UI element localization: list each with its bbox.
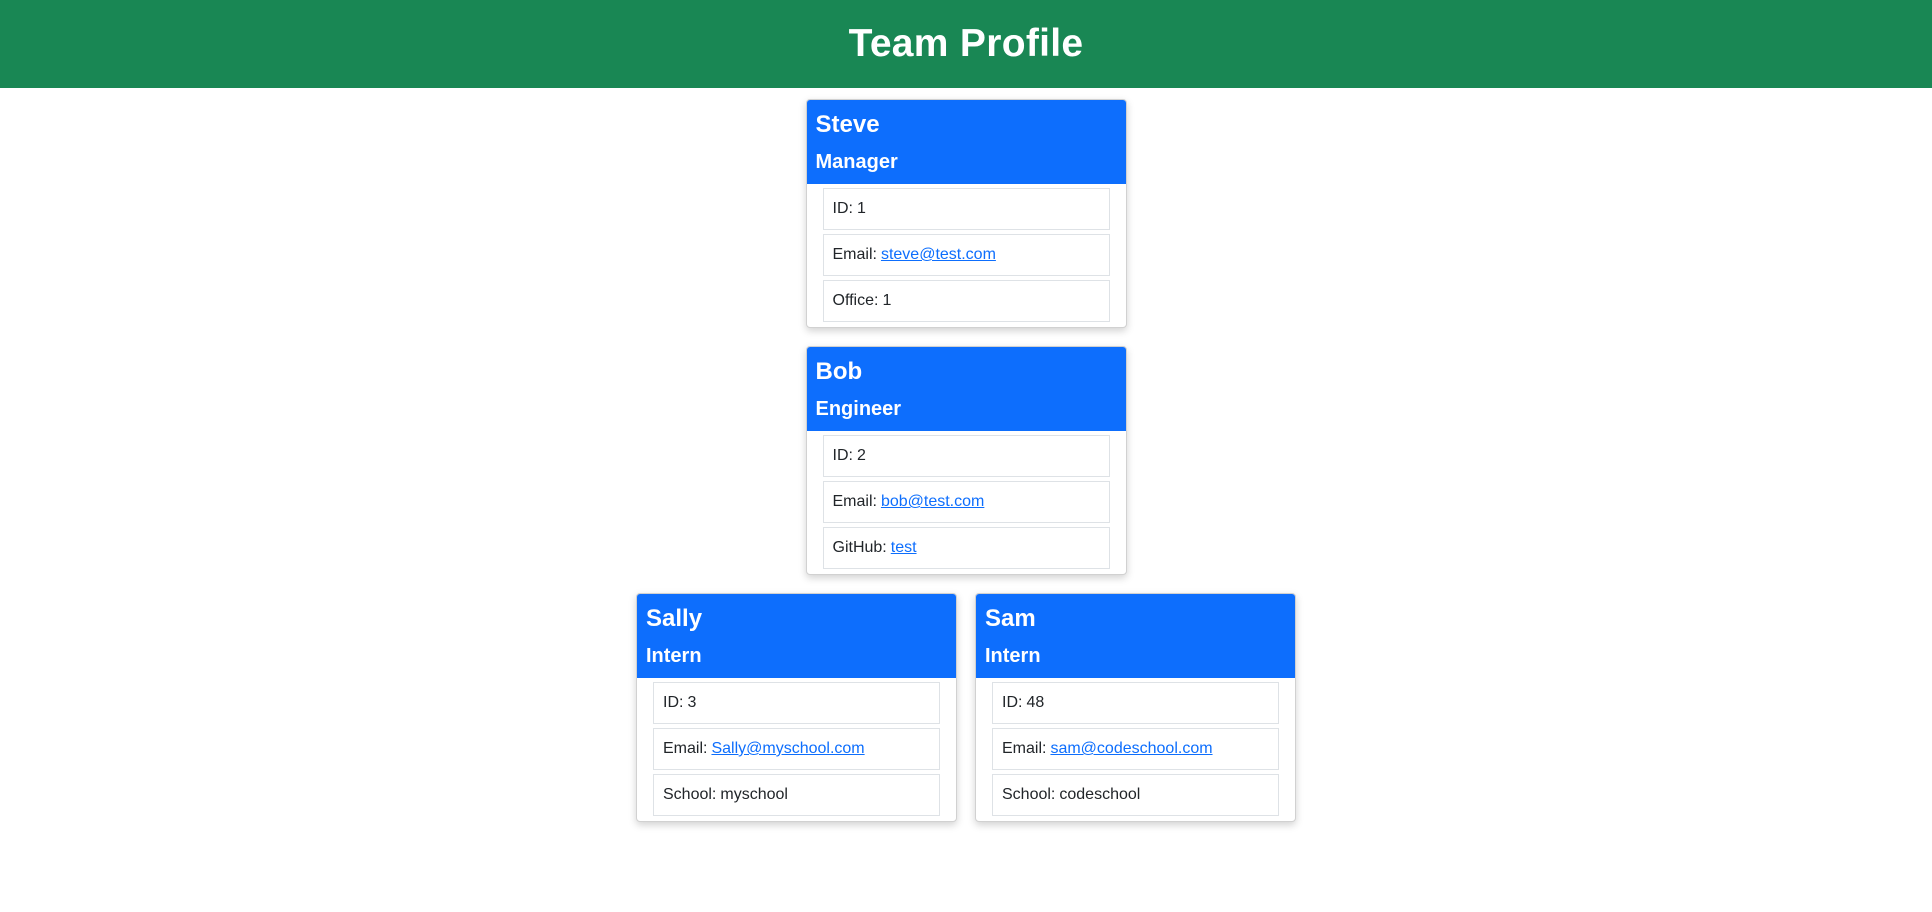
- detail-value: 48: [1026, 694, 1045, 711]
- team-row: Bob Engineer ID: 2 Email: bob@test.com G…: [0, 346, 1932, 575]
- detail-label: ID:: [832, 200, 853, 217]
- detail-value: 2: [856, 447, 866, 464]
- detail-label: School:: [1002, 786, 1056, 803]
- card-body: ID: 48 Email: sam@codeschool.com School:…: [976, 678, 1295, 816]
- list-item-id: ID: 1: [822, 188, 1110, 230]
- detail-label: School:: [663, 786, 717, 803]
- detail-label: GitHub:: [832, 539, 887, 556]
- card-body: ID: 3 Email: Sally@myschool.com School: …: [637, 678, 956, 816]
- employee-details: ID: 1 Email: steve@test.com Office: 1: [822, 188, 1110, 322]
- employee-details: ID: 2 Email: bob@test.com GitHub: test: [822, 435, 1110, 569]
- card-header: Steve Manager: [806, 100, 1126, 184]
- detail-label: Email:: [832, 493, 877, 510]
- detail-label: ID:: [832, 447, 853, 464]
- detail-label: Email:: [663, 740, 708, 757]
- list-item-office: Office: 1: [822, 280, 1110, 322]
- list-item-id: ID: 3: [653, 682, 940, 724]
- list-item-id: ID: 48: [992, 682, 1279, 724]
- detail-value: 1: [882, 292, 892, 309]
- detail-label: ID:: [1002, 694, 1023, 711]
- list-item-github: GitHub: test: [822, 527, 1110, 569]
- list-item-school: School: codeschool: [992, 774, 1279, 816]
- employee-role: Manager: [815, 151, 898, 173]
- card-header: Sally Intern: [637, 594, 956, 678]
- employee-role: Engineer: [815, 398, 902, 420]
- email-link[interactable]: Sally@myschool.com: [711, 740, 864, 758]
- github-link[interactable]: test: [891, 539, 917, 557]
- detail-value: codeschool: [1059, 786, 1141, 803]
- email-link[interactable]: bob@test.com: [881, 493, 984, 511]
- card-header: Sam Intern: [976, 594, 1295, 678]
- team-container: Steve Manager ID: 1 Email: steve@test.co…: [0, 99, 1932, 822]
- email-link[interactable]: sam@codeschool.com: [1050, 740, 1212, 758]
- employee-role: Intern: [985, 645, 1041, 667]
- list-item-school: School: myschool: [653, 774, 940, 816]
- employee-role: Intern: [646, 645, 702, 667]
- employee-card: Sally Intern ID: 3 Email: Sally@myschool…: [636, 593, 957, 822]
- detail-label: Email:: [1002, 740, 1047, 757]
- list-item-email: Email: steve@test.com: [822, 234, 1110, 276]
- detail-label: ID:: [663, 694, 684, 711]
- card-body: ID: 2 Email: bob@test.com GitHub: test: [807, 431, 1126, 569]
- list-item-email: Email: Sally@myschool.com: [653, 728, 940, 770]
- list-item-email: Email: sam@codeschool.com: [992, 728, 1279, 770]
- detail-value: 1: [856, 200, 866, 217]
- detail-label: Office:: [832, 292, 879, 309]
- page-title: Team Profile: [848, 22, 1084, 65]
- employee-card: Steve Manager ID: 1 Email: steve@test.co…: [805, 99, 1127, 328]
- detail-value: myschool: [720, 786, 788, 803]
- employee-details: ID: 3 Email: Sally@myschool.com School: …: [653, 682, 940, 816]
- employee-name: Sam: [985, 605, 1036, 632]
- team-row: Steve Manager ID: 1 Email: steve@test.co…: [0, 99, 1932, 328]
- list-item-id: ID: 2: [822, 435, 1110, 477]
- detail-label: Email:: [832, 246, 877, 263]
- employee-card: Sam Intern ID: 48 Email: sam@codeschool.…: [975, 593, 1296, 822]
- page-header: Team Profile: [0, 0, 1932, 88]
- employee-name: Sally: [646, 605, 703, 632]
- page: Team Profile Steve Manager ID: 1 Email:: [0, 0, 1932, 912]
- employee-card: Bob Engineer ID: 2 Email: bob@test.com G…: [805, 346, 1127, 575]
- employee-details: ID: 48 Email: sam@codeschool.com School:…: [992, 682, 1279, 816]
- detail-value: 3: [687, 694, 697, 711]
- employee-name: Steve: [815, 111, 880, 138]
- card-header: Bob Engineer: [806, 347, 1126, 431]
- team-row: Sally Intern ID: 3 Email: Sally@myschool…: [0, 593, 1932, 822]
- card-body: ID: 1 Email: steve@test.com Office: 1: [807, 184, 1126, 322]
- email-link[interactable]: steve@test.com: [881, 246, 996, 264]
- list-item-email: Email: bob@test.com: [822, 481, 1110, 523]
- employee-name: Bob: [815, 358, 863, 385]
